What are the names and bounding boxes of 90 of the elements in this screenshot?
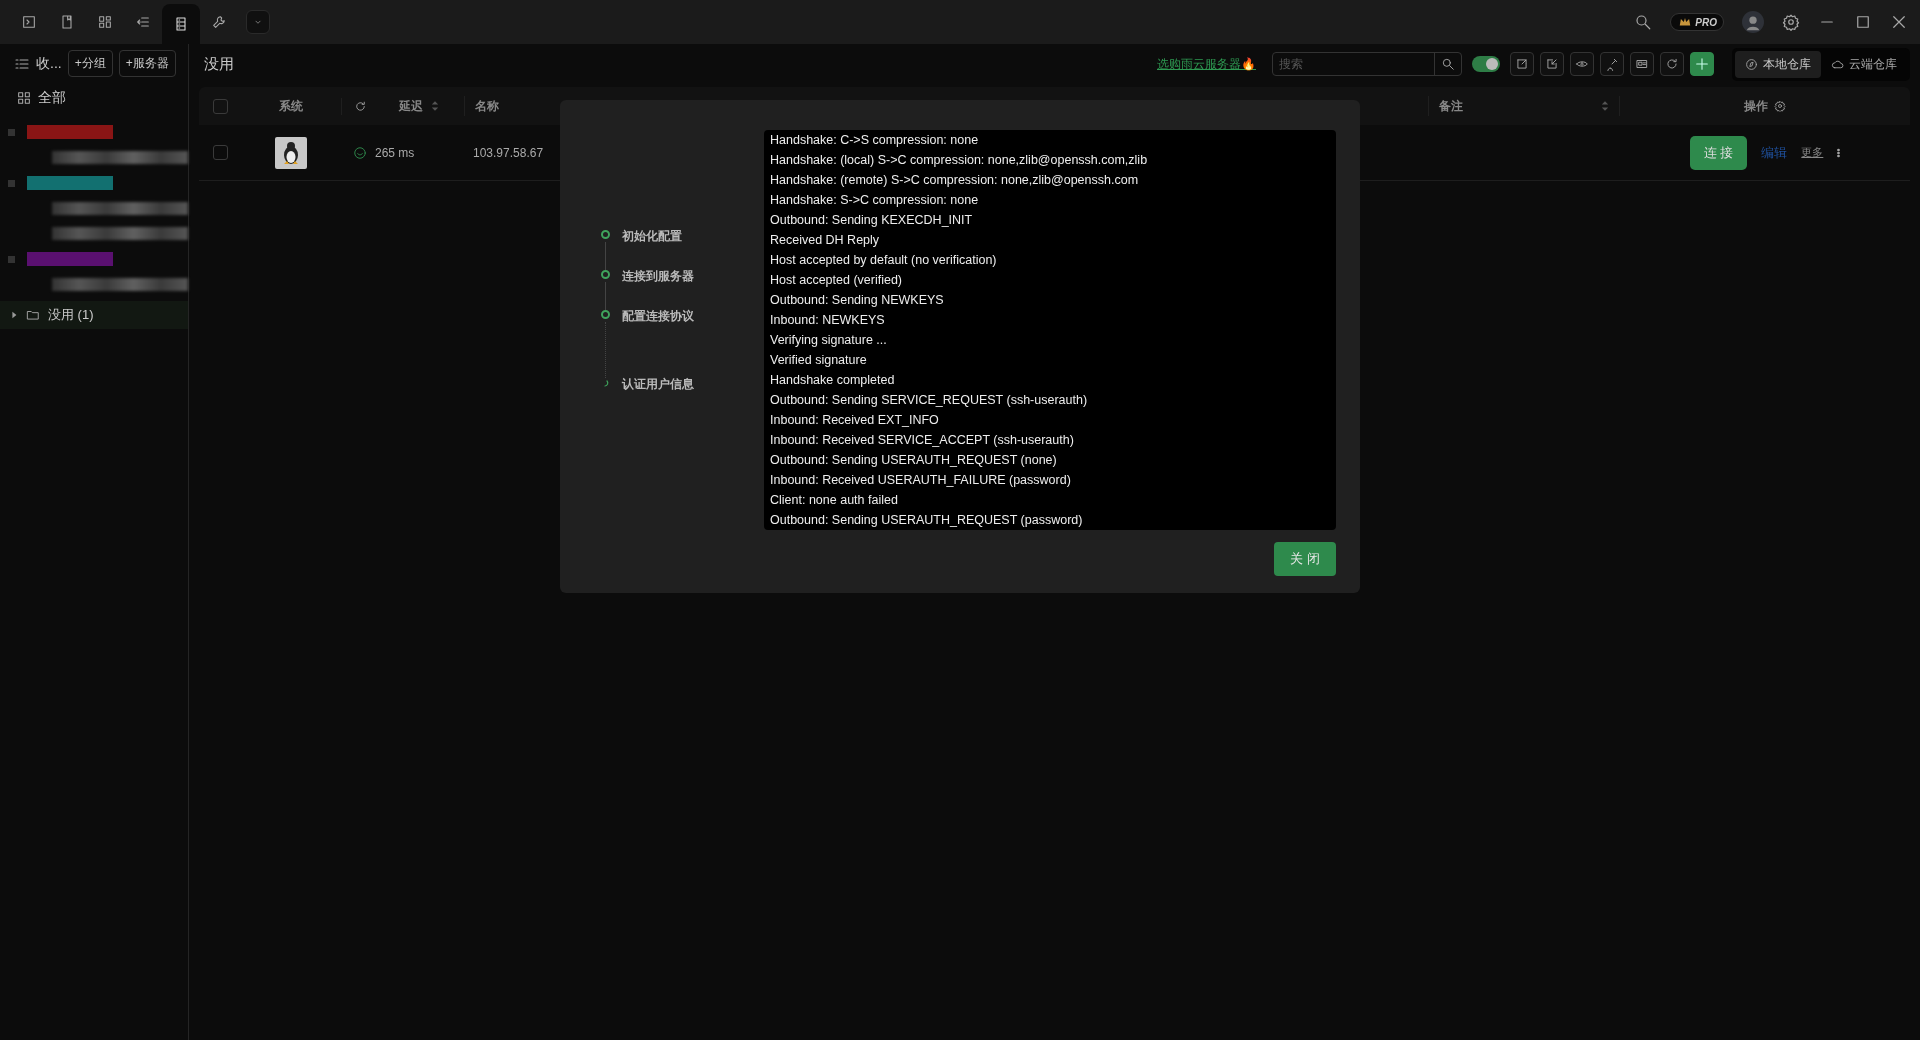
bookmark-icon	[59, 14, 75, 30]
column-header: 操作	[1744, 97, 1768, 115]
tool-button[interactable]	[1510, 52, 1534, 76]
terminal-icon	[21, 14, 37, 30]
add-button[interactable]: +分组	[67, 50, 113, 77]
tool-icon	[1635, 57, 1649, 71]
redacted-item[interactable]	[52, 151, 188, 164]
log-line: Handshake: (local) S->C compression: none,zlib@openssh.com,zlib	[770, 152, 1149, 169]
more-icon[interactable]	[1837, 147, 1841, 158]
log-line: Inbound: NEWKEYS	[770, 312, 886, 329]
log-line: Handshake: (remote) S->C compression: none,zlib@openssh.com	[770, 172, 1140, 189]
redacted-marker	[8, 255, 15, 263]
column-header: 备注	[1439, 97, 1463, 115]
settings-icon[interactable]	[1782, 13, 1800, 31]
select-all-checkbox[interactable]	[212, 98, 228, 114]
avatar-icon[interactable]	[1742, 11, 1764, 33]
redacted-item[interactable]	[52, 278, 188, 291]
log-line: Outbound: Sending NEWKEYS	[770, 292, 945, 309]
log-line: Inbound: Received USERAUTH_FAILURE (password)	[770, 472, 1072, 489]
repo-tab[interactable]: 云端仓库	[1821, 50, 1907, 78]
tool-button[interactable]	[1630, 52, 1654, 76]
smiley-icon	[353, 145, 367, 160]
log-line: Inbound: Received SERVICE_ACCEPT (ssh-userauth)	[770, 432, 1075, 449]
tool-button[interactable]	[1660, 52, 1684, 76]
latency-text: 265 ms	[375, 145, 415, 160]
log-line: Outbound: Sending SERVICE_REQUEST (ssh-userauth)	[770, 392, 1089, 409]
compass-icon	[1745, 57, 1758, 71]
collapse-button[interactable]: 收...	[14, 54, 62, 73]
log-line: Inbound: Received EXT_INFO	[770, 412, 940, 429]
grid-icon	[97, 14, 113, 30]
row-checkbox[interactable]	[212, 145, 228, 160]
caret-right-icon	[10, 311, 18, 319]
group-title: 没用	[203, 54, 234, 74]
redacted-item[interactable]	[52, 202, 188, 215]
folder-label: 没用 (1)	[48, 306, 94, 324]
toolbar-tab[interactable]	[162, 4, 200, 44]
close-icon[interactable]	[1890, 13, 1908, 31]
sort-icon	[431, 100, 439, 112]
redacted-marker	[8, 128, 15, 136]
step-label: 认证用户信息	[622, 376, 694, 393]
penguin-icon	[275, 136, 307, 169]
log-line: Verifying signature ...	[770, 332, 888, 349]
tool-button[interactable]	[1600, 52, 1624, 76]
folder-icon	[26, 308, 40, 322]
search-icon[interactable]	[1634, 13, 1653, 31]
sort-icon	[1601, 100, 1609, 112]
repo-tab[interactable]: 本地仓库	[1735, 50, 1821, 78]
tool-icon	[1665, 57, 1679, 71]
more-link[interactable]: 更多	[1801, 145, 1824, 160]
log-line: Outbound: Sending USERAUTH_REQUEST (password)	[770, 512, 1084, 529]
add-button[interactable]: +服务器	[118, 50, 176, 77]
pro-badge[interactable]: PRO	[1670, 13, 1724, 31]
refresh-icon[interactable]	[354, 99, 367, 113]
search-field[interactable]: 搜索	[1272, 52, 1462, 76]
step-label: 配置连接协议	[622, 308, 694, 325]
list-icon	[173, 16, 189, 32]
log-line: Host accepted by default (no verification)	[770, 252, 998, 269]
column-header[interactable]: 延迟	[399, 97, 423, 115]
add-button[interactable]	[1690, 52, 1714, 76]
toggle-switch[interactable]	[1472, 56, 1500, 72]
plus-icon	[1694, 56, 1710, 72]
promo-link[interactable]: 选购雨云服务器🔥	[1157, 55, 1256, 73]
maximize-icon[interactable]	[1854, 13, 1872, 31]
log-line: Handshake: S->C compression: none	[770, 192, 980, 209]
redacted-item[interactable]	[52, 227, 188, 240]
tool-button[interactable]	[1540, 52, 1564, 76]
folder-item[interactable]: 没用 (1)	[0, 301, 188, 329]
log-line: Outbound: Sending KEXECDH_INIT	[770, 212, 974, 229]
grid-icon	[16, 90, 32, 106]
column-header: 名称	[475, 98, 499, 113]
close-button[interactable]: 关 闭	[1274, 542, 1336, 576]
server-name: 103.97.58.67	[473, 146, 544, 160]
settings-icon[interactable]	[1774, 100, 1786, 112]
wrench-icon	[211, 14, 227, 30]
step-label: 连接到服务器	[622, 268, 694, 285]
tool-icon	[1545, 57, 1559, 71]
tool-button[interactable]	[1570, 52, 1594, 76]
log-line: Received DH Reply	[770, 232, 881, 249]
redacted-marker	[8, 179, 15, 187]
log-line: Client: none auth failed	[770, 492, 899, 509]
column-header: 系统	[279, 97, 303, 115]
step-label: 初始化配置	[622, 228, 682, 245]
log-line: Handshake completed	[770, 372, 896, 389]
tool-icon	[1515, 57, 1529, 71]
log-line: Host accepted (verified)	[770, 272, 903, 289]
log-line: Verified signature	[770, 352, 868, 369]
tool-icon	[1605, 57, 1619, 71]
all-servers-item[interactable]: 全部	[0, 83, 82, 119]
log-line: Outbound: Sending USERAUTH_REQUEST (none)	[770, 452, 1058, 469]
log-line: Handshake: C->S compression: none	[770, 132, 980, 149]
